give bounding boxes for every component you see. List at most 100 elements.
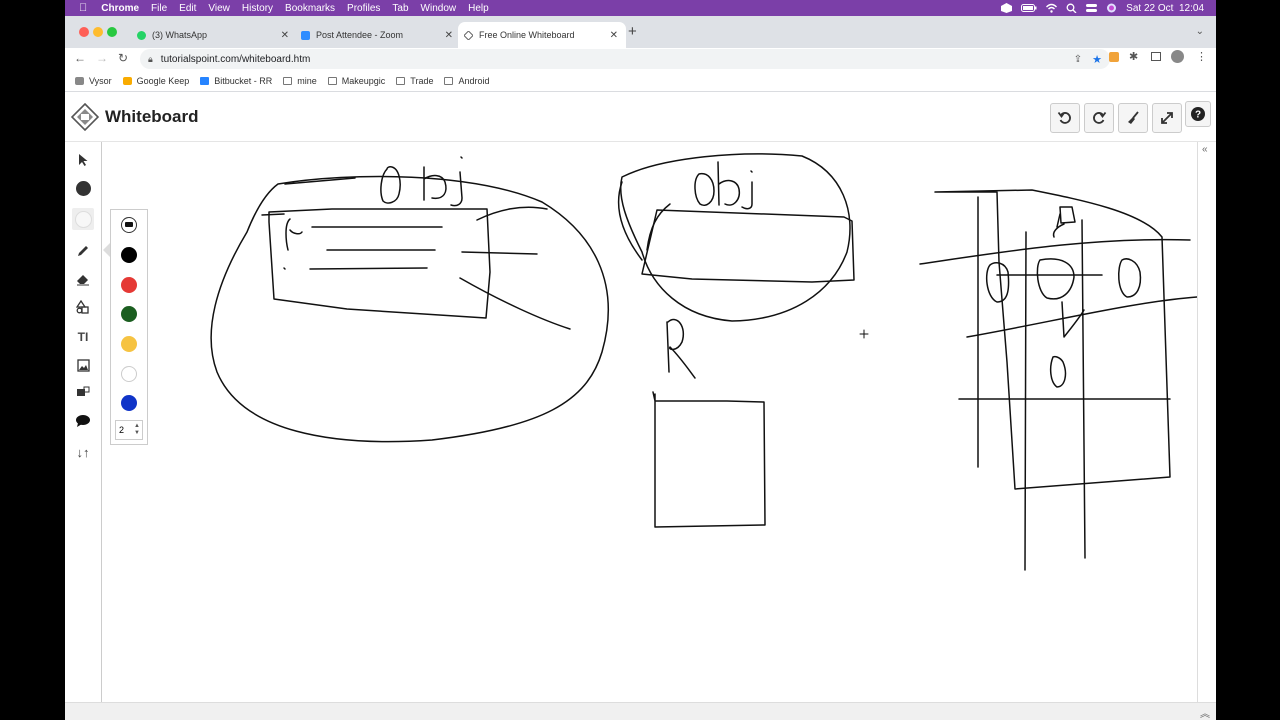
fill-color-button[interactable] bbox=[72, 208, 94, 230]
bookmark-vysor[interactable]: Vysor bbox=[75, 76, 112, 86]
address-bar[interactable]: 🔒︎ tutorialspoint.com/whiteboard.htm ⇪ ★ bbox=[140, 49, 1110, 69]
shapes-tool-button[interactable] bbox=[72, 296, 94, 318]
stroke-right-frame[interactable] bbox=[934, 189, 1171, 490]
stroke-right-left-o[interactable] bbox=[985, 262, 1010, 303]
close-tab-icon[interactable]: ✕ bbox=[281, 30, 289, 41]
menu-edit[interactable]: Edit bbox=[173, 3, 202, 14]
chrome-menu-icon[interactable]: ⋮ bbox=[1196, 50, 1207, 63]
bookmark-folder-mine[interactable]: mine bbox=[283, 76, 317, 86]
stroke-line-3[interactable] bbox=[309, 267, 428, 270]
stroke-big-blob[interactable] bbox=[210, 175, 610, 443]
back-icon[interactable]: ← bbox=[74, 51, 86, 65]
undo-button[interactable] bbox=[1050, 103, 1080, 133]
stroke-middle-left-arc[interactable] bbox=[617, 181, 643, 261]
close-tab-icon[interactable]: ✕ bbox=[445, 30, 453, 41]
color-swatch-black[interactable] bbox=[121, 247, 137, 263]
bookmark-star-icon[interactable]: ★ bbox=[1092, 53, 1102, 66]
stepper-arrows-icon[interactable]: ▲ ▼ bbox=[134, 423, 140, 437]
stroke-letter-j-mid[interactable] bbox=[741, 170, 753, 210]
fullscreen-button[interactable] bbox=[1152, 103, 1182, 133]
stroke-letter-o-mid[interactable] bbox=[694, 172, 715, 206]
profile-avatar[interactable] bbox=[1171, 50, 1184, 63]
brush-size-stepper[interactable]: 2 ▲ ▼ bbox=[115, 420, 143, 440]
clear-board-button[interactable] bbox=[1118, 103, 1148, 133]
color-swatch-yellow[interactable] bbox=[121, 336, 137, 352]
text-tool-button[interactable]: TI bbox=[72, 326, 94, 348]
close-tab-icon[interactable]: ✕ bbox=[610, 30, 618, 41]
help-button[interactable]: ? bbox=[1185, 101, 1211, 127]
drawing-layer[interactable] bbox=[102, 142, 1197, 700]
color-swatch-white[interactable] bbox=[121, 366, 137, 382]
tab-search-icon[interactable]: ⌄ bbox=[1196, 26, 1204, 37]
menu-clock[interactable]: Sat 22 Oct 12:04 bbox=[1126, 3, 1204, 14]
spotlight-search-icon[interactable] bbox=[1066, 3, 1077, 14]
extensions-puzzle-icon[interactable]: ✱ bbox=[1129, 50, 1138, 63]
stroke-letter-b[interactable] bbox=[423, 166, 447, 201]
stroke-right-arrow-up[interactable] bbox=[1052, 213, 1065, 238]
transparent-swatch[interactable] bbox=[121, 217, 137, 233]
stroke-small-dot[interactable] bbox=[283, 267, 286, 270]
stroke-inner-mark[interactable] bbox=[261, 213, 303, 251]
stroke-middle-ellipse[interactable] bbox=[619, 153, 851, 322]
siri-icon[interactable] bbox=[1106, 3, 1117, 13]
battery-icon[interactable] bbox=[1021, 3, 1037, 13]
cube-icon[interactable] bbox=[1001, 3, 1013, 13]
stroke-line-right[interactable] bbox=[461, 251, 538, 255]
stroke-letter-o[interactable] bbox=[380, 166, 401, 204]
menu-view[interactable]: View bbox=[202, 3, 236, 14]
stroke-color-button[interactable] bbox=[72, 177, 94, 199]
menu-file[interactable]: File bbox=[145, 3, 173, 14]
stroke-right-center-o[interactable] bbox=[1036, 258, 1075, 300]
select-tool-button[interactable] bbox=[72, 149, 94, 171]
bookmark-google-keep[interactable]: Google Keep bbox=[122, 76, 189, 86]
forward-icon[interactable]: → bbox=[96, 51, 108, 65]
bookmark-folder-android[interactable]: Android bbox=[444, 76, 490, 86]
stroke-right-arrow-down[interactable] bbox=[1061, 301, 1085, 338]
stroke-right-horiz-1[interactable] bbox=[919, 238, 1191, 265]
stroke-right-top-box[interactable] bbox=[1059, 206, 1076, 224]
close-window-button[interactable] bbox=[79, 27, 89, 37]
eraser-tool-button[interactable] bbox=[72, 268, 94, 290]
side-panel-icon[interactable] bbox=[1151, 52, 1161, 61]
stroke-right-vert-2[interactable] bbox=[1024, 231, 1027, 571]
stroke-right-vert-3[interactable] bbox=[1081, 219, 1086, 559]
expand-up-icon[interactable]: ︽ bbox=[1200, 705, 1210, 720]
bookmark-folder-trade[interactable]: Trade bbox=[396, 76, 433, 86]
menu-window[interactable]: Window bbox=[415, 3, 463, 14]
new-tab-button[interactable]: + bbox=[628, 23, 637, 40]
stroke-letter-b-mid[interactable] bbox=[717, 161, 741, 206]
bookmark-bitbucket[interactable]: Bitbucket - RR bbox=[200, 76, 272, 86]
menu-help[interactable]: Help bbox=[462, 3, 495, 14]
sticky-note-tool-button[interactable] bbox=[72, 381, 94, 403]
share-icon[interactable]: ⇪ bbox=[1074, 54, 1082, 65]
color-swatch-green[interactable] bbox=[121, 306, 137, 322]
zoom-window-button[interactable] bbox=[107, 27, 117, 37]
minimize-window-button[interactable] bbox=[93, 27, 103, 37]
stroke-diagonal[interactable] bbox=[459, 277, 571, 330]
menu-tab[interactable]: Tab bbox=[386, 3, 414, 14]
menu-app-name[interactable]: Chrome bbox=[95, 3, 145, 14]
lock-icon[interactable]: 🔒︎ bbox=[148, 54, 153, 65]
tab-whatsapp[interactable]: (3) WhatsApp ✕ bbox=[131, 22, 297, 48]
menu-bookmarks[interactable]: Bookmarks bbox=[279, 3, 341, 14]
comment-tool-button[interactable] bbox=[72, 410, 94, 432]
reload-icon[interactable]: ↻ bbox=[118, 51, 128, 65]
stroke-inner-rect[interactable] bbox=[268, 208, 491, 319]
stroke-letter-r[interactable] bbox=[666, 318, 696, 379]
pen-tool-button[interactable] bbox=[72, 240, 94, 262]
stroke-middle-rect[interactable] bbox=[641, 209, 855, 283]
apple-icon[interactable]:  bbox=[65, 2, 95, 14]
stroke-square[interactable] bbox=[652, 391, 766, 528]
redo-button[interactable] bbox=[1084, 103, 1114, 133]
tab-whiteboard[interactable]: Free Online Whiteboard ✕ bbox=[458, 22, 626, 48]
bookmark-folder-makeupgic[interactable]: Makeupgic bbox=[327, 76, 385, 86]
stroke-dot-j[interactable] bbox=[460, 156, 463, 159]
collapse-panel-icon[interactable]: « bbox=[1202, 144, 1208, 155]
sort-layers-button[interactable]: ↓↑ bbox=[72, 441, 94, 463]
stroke-right-small-d[interactable] bbox=[1049, 355, 1067, 388]
color-swatch-red[interactable] bbox=[121, 277, 137, 293]
image-tool-button[interactable] bbox=[72, 354, 94, 376]
menu-profiles[interactable]: Profiles bbox=[341, 3, 386, 14]
whiteboard-canvas[interactable] bbox=[102, 142, 1197, 700]
control-center-icon[interactable] bbox=[1086, 3, 1098, 13]
